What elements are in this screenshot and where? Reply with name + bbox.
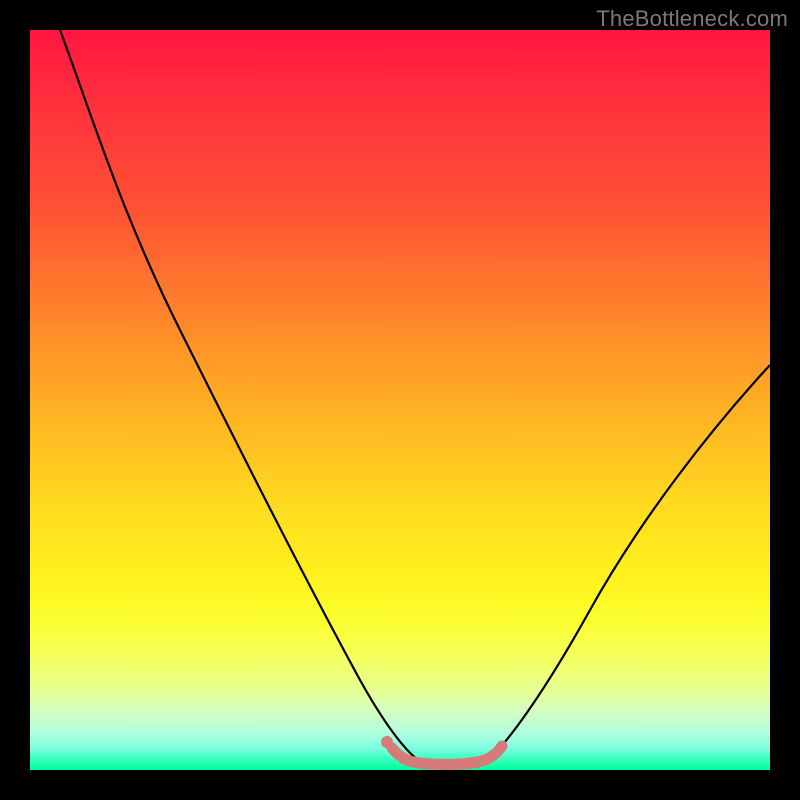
- floor-accent-curve: [392, 746, 502, 764]
- bottleneck-curve: [60, 30, 770, 764]
- curve-layer: [30, 30, 770, 770]
- chart-frame: TheBottleneck.com: [0, 0, 800, 800]
- watermark-text: TheBottleneck.com: [596, 6, 788, 32]
- plot-area: [30, 30, 770, 770]
- accent-dot-icon: [381, 736, 393, 748]
